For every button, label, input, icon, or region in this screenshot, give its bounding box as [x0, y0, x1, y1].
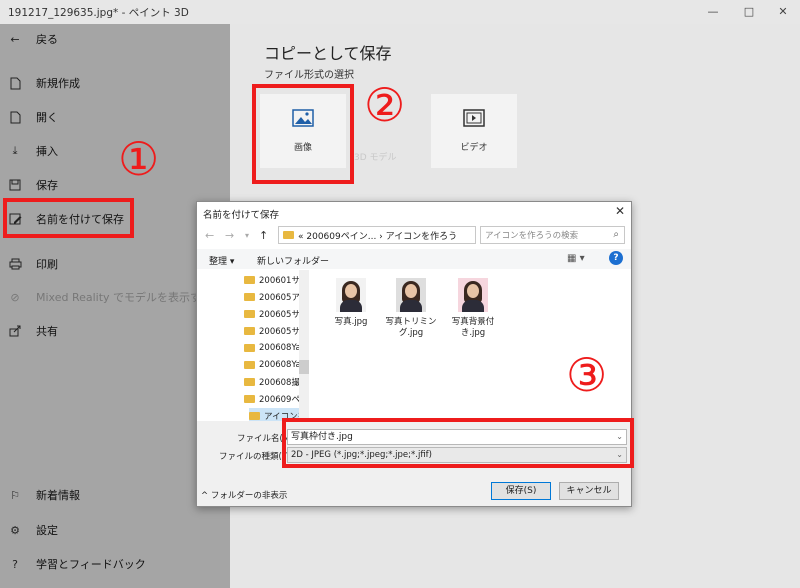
folder-icon [283, 231, 294, 239]
cancel-button[interactable]: キャンセル [559, 482, 619, 500]
save-button[interactable]: 保存(S) [491, 482, 551, 500]
menu-item-label: 保存 [36, 179, 58, 192]
format-tile-video[interactable]: ビデオ [431, 94, 517, 168]
print-icon [8, 257, 22, 271]
file-name: 写真背景付き.jpg [451, 317, 495, 338]
step3-marker: ③ [566, 348, 608, 402]
nav-back-icon[interactable]: ← [205, 229, 214, 242]
search-icon: ⌕ [613, 229, 619, 240]
flag-icon: ⚐ [10, 488, 20, 502]
dialog-close-icon[interactable]: ✕ [615, 204, 625, 218]
tree-scrollbar-thumb[interactable] [299, 360, 309, 374]
back-label: 戻る [36, 33, 58, 46]
menu-item-print[interactable]: 印刷 [8, 253, 58, 275]
save-as-highlight-box [3, 198, 134, 238]
file-item[interactable]: 写真背景付き.jpg [441, 278, 505, 339]
minimize-button[interactable]: — [706, 5, 720, 19]
window-title: 191217_129635.jpg* - ペイント 3D [8, 7, 189, 19]
image-format-highlight-box [252, 84, 354, 184]
gear-icon: ⚙ [10, 523, 20, 537]
address-path: « 200609ペイン... › アイコンを作ろう [298, 231, 458, 242]
format-subtitle: ファイル形式の選択 [264, 70, 354, 81]
back-arrow-icon: ← [10, 32, 20, 46]
folder-icon [244, 378, 255, 386]
folder-label: 200608Yar [259, 360, 305, 370]
format-label: ビデオ [460, 143, 488, 153]
photo-thumbnail [396, 278, 426, 312]
tree-folder-item[interactable]: 200608Yar [244, 357, 304, 373]
search-placeholder: アイコンを作ろうの検索 [485, 231, 579, 241]
menu-item-label: 共有 [36, 325, 58, 338]
menu-item-label: 新規作成 [36, 77, 80, 90]
photo-thumbnail [336, 278, 366, 312]
menu-item-insert[interactable]: ⤓ 挿入 [8, 140, 58, 162]
title-bar: 191217_129635.jpg* - ペイント 3D — □ ✕ [0, 0, 800, 24]
photo-thumbnail [458, 278, 488, 312]
open-file-icon [8, 110, 22, 124]
step2-marker: ② [364, 78, 406, 132]
filename-fields-highlight-box [282, 418, 634, 468]
address-bar[interactable]: « 200609ペイン... › アイコンを作ろう [278, 226, 476, 244]
help-icon: ? [12, 557, 18, 571]
folder-icon [244, 276, 255, 284]
tree-folder-item[interactable]: 200608Yar [244, 340, 304, 356]
menu-item-label: 設定 [36, 524, 58, 537]
menu-item-settings[interactable]: ⚙ 設定 [8, 519, 58, 541]
search-input[interactable]: アイコンを作ろうの検索 ⌕ [480, 226, 625, 244]
new-folder-button[interactable]: 新しいフォルダー [257, 254, 329, 267]
menu-item-open[interactable]: 開く [8, 106, 58, 128]
new-file-icon [8, 76, 22, 90]
menu-item-label: 開く [36, 111, 58, 124]
menu-item-label: 学習とフィードバック [36, 558, 146, 571]
dialog-toolbar: 整理 ▾ 新しいフォルダー ▦ ▾ ? [197, 249, 631, 269]
organize-button[interactable]: 整理 ▾ [209, 254, 234, 267]
folder-icon [244, 293, 255, 301]
folder-tree: 200601サイ 200605アイ 200605サイ 200605サイ 2006… [197, 270, 309, 424]
insert-icon: ⤓ [12, 144, 18, 157]
nav-dropdown-icon[interactable]: ▾ [245, 231, 249, 240]
hide-folders-toggle[interactable]: ^ フォルダーの非表示 [201, 489, 287, 501]
dialog-title: 名前を付けて保存 [203, 210, 280, 221]
file-item[interactable]: 写真トリミング.jpg [379, 278, 443, 339]
menu-item-label: 印刷 [36, 258, 58, 271]
menu-item-new[interactable]: 新規作成 [8, 72, 80, 94]
format-tile-3d-label: 3D モデル [354, 153, 397, 163]
menu-item-label: Mixed Reality でモデルを表示する [36, 291, 213, 304]
save-icon [8, 178, 22, 192]
tree-scrollbar[interactable] [299, 270, 309, 420]
video-icon [463, 109, 485, 130]
back-button[interactable]: ← 戻る [8, 28, 58, 50]
hide-folders-label: フォルダーの非表示 [210, 491, 288, 501]
menu-item-save[interactable]: 保存 [8, 174, 58, 196]
share-icon [8, 324, 22, 338]
folder-icon [244, 361, 255, 369]
nav-forward-icon[interactable]: → [225, 229, 234, 242]
menu-item-label: 挿入 [36, 145, 58, 158]
menu-item-help[interactable]: ? 学習とフィードバック [8, 553, 146, 575]
chevron-up-icon: ^ [201, 491, 211, 501]
maximize-button[interactable]: □ [742, 5, 756, 19]
folder-icon [244, 310, 255, 318]
view-options-icon[interactable]: ▦ ▾ [567, 253, 585, 264]
folder-icon [244, 344, 255, 352]
mixed-reality-icon: ⊘ [10, 290, 20, 304]
menu-item-label: 新着情報 [36, 489, 80, 502]
menu-item-whats-new[interactable]: ⚐ 新着情報 [8, 484, 80, 506]
menu-item-share[interactable]: 共有 [8, 320, 58, 342]
folder-icon [244, 327, 255, 335]
file-name: 写真.jpg [334, 317, 368, 327]
file-name: 写真トリミング.jpg [385, 317, 437, 338]
file-item[interactable]: 写真.jpg [319, 278, 383, 328]
folder-label: 200608Yar [259, 343, 305, 353]
nav-up-icon[interactable]: ↑ [259, 229, 268, 242]
page-title: コピーとして保存 [264, 44, 392, 63]
help-icon[interactable]: ? [609, 251, 623, 265]
step1-marker: ① [118, 132, 160, 186]
menu-item-mixed-reality: ⊘ Mixed Reality でモデルを表示する [8, 286, 212, 308]
close-button[interactable]: ✕ [776, 5, 790, 19]
folder-icon [244, 395, 255, 403]
folder-icon [249, 412, 260, 420]
